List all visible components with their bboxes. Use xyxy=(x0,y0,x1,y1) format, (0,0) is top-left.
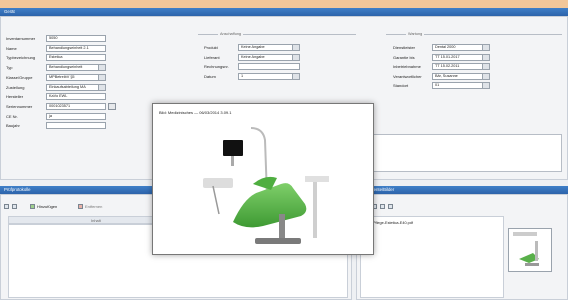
field-label-produkt: Produkt xyxy=(204,45,218,50)
field-garantie-bis-select[interactable]: TT 15.01.2017 xyxy=(432,53,490,61)
column-inhalt: Inhalt xyxy=(91,218,101,223)
group-wartung: Wartung xyxy=(386,32,562,36)
dental-chair-thumbnail-icon xyxy=(513,232,539,266)
field-label-baujahr: Baujahr xyxy=(6,123,20,129)
image-viewer-dialog: Bild: Medizinisches — 06/03/2014 3.09.1 xyxy=(152,103,374,255)
field-label-hersteller: Hersteller xyxy=(6,94,24,100)
window-title: Gerät xyxy=(4,9,15,14)
field-dienstleister-select[interactable]: Dental 2000 xyxy=(432,44,490,51)
field-lieferant-select[interactable]: Keine Angabe xyxy=(238,53,300,61)
field-name-input[interactable]: Behandlungseinheit 2.1 xyxy=(46,44,106,52)
field-label-ce-nr: CE Nr. xyxy=(6,113,18,119)
field-label-inventarnummer: Inventarnummer xyxy=(6,36,36,41)
top-banner xyxy=(0,0,568,8)
serial-lookup-button[interactable] xyxy=(108,102,116,110)
add-icon[interactable] xyxy=(30,204,35,209)
field-label-typbezeichnung: Typbezeichnung xyxy=(6,55,36,61)
doc-delete-icon[interactable] xyxy=(388,204,393,209)
prev-page-icon[interactable] xyxy=(12,204,17,209)
field-label-datum: Datum xyxy=(204,73,216,79)
field-label-name: Name xyxy=(6,45,17,51)
pruefprotokolle-title: Prüfprotokolle xyxy=(4,187,31,192)
first-page-icon[interactable] xyxy=(4,204,9,209)
field-verantwortlicher-select[interactable]: Bär, Susanne xyxy=(432,72,490,80)
field-label-rechnungsnr: Rechnungsnr. xyxy=(204,64,229,70)
field-label-lieferant: Lieferant xyxy=(204,54,220,60)
document-thumbnail[interactable] xyxy=(508,228,552,272)
doc-open-icon[interactable] xyxy=(380,204,385,209)
field-hersteller-input[interactable]: KaVo EWL xyxy=(46,93,106,101)
add-button[interactable]: Hinzufügen xyxy=(37,204,57,209)
group-wartung-title: Wartung xyxy=(406,32,425,36)
field-inventarnummer-input[interactable]: 5050 xyxy=(46,35,106,42)
delete-button[interactable]: Entfernen xyxy=(85,204,102,209)
group-anschaffung-title: Anschaffung xyxy=(218,32,244,36)
field-typ-select[interactable]: Behandlungseinheit xyxy=(46,64,106,72)
notes-area[interactable] xyxy=(372,134,562,172)
field-label-dienstleister: Dienstleister xyxy=(393,45,416,50)
field-rechnungsnr-input[interactable] xyxy=(238,63,300,71)
field-zustellung-select[interactable]: Einkaufsabteilung MA xyxy=(46,83,106,91)
field-seriennummer-input[interactable]: 0001023571 xyxy=(46,102,106,110)
field-label-klasse-gruppe: Klasse/Gruppe xyxy=(6,74,33,80)
field-ce-nr-input[interactable]: ja xyxy=(46,112,106,120)
window-titlebar: Gerät xyxy=(0,8,568,16)
field-label-garantie-bis: Garantie bis xyxy=(393,54,415,60)
group-anschaffung: Anschaffung xyxy=(198,32,356,36)
file-item[interactable]: Pflege-Estetica-E40.pdf xyxy=(373,221,413,225)
field-label-standort: Standort xyxy=(393,83,409,89)
dokumente-list[interactable]: Pflege-Estetica-E40.pdf xyxy=(360,216,504,298)
field-label-verantwortlicher: Verantwortlicher xyxy=(393,73,422,79)
field-produkt-select[interactable]: Keine Angabe xyxy=(238,44,300,51)
field-label-inbetriebnahme: Inbetriebnahme xyxy=(393,64,421,70)
field-klasse-gruppe-select[interactable]: MPBetreibV §5 xyxy=(46,73,106,81)
field-label-seriennummer: Seriennummer xyxy=(6,103,33,109)
dental-chair-image xyxy=(203,127,329,244)
image-viewer-title: Bild: Medizinisches — 06/03/2014 3.09.1 xyxy=(159,110,232,115)
field-baujahr-input[interactable] xyxy=(46,122,106,130)
dokumente-toolbar xyxy=(360,203,566,211)
field-standort-select[interactable]: 01 xyxy=(432,82,490,90)
field-label-typ: Typ xyxy=(6,65,13,71)
dokumente-header: Dokumente/Bilder xyxy=(356,186,568,194)
field-inbetriebnahme-select[interactable]: TT 15.02.2011 xyxy=(432,63,490,71)
field-datum-select[interactable]: 1 xyxy=(238,72,300,80)
field-label-zustellung: Zustellung xyxy=(6,84,25,90)
delete-icon[interactable] xyxy=(78,204,83,209)
field-typbezeichnung-input[interactable]: Estetica xyxy=(46,54,106,62)
